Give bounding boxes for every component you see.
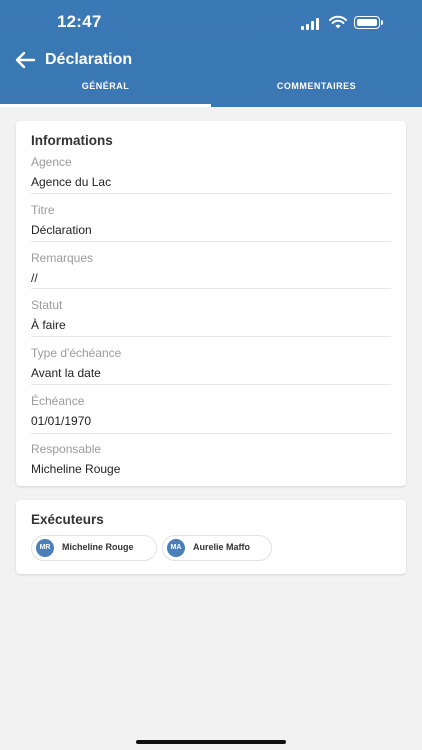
executor-chip[interactable]: MA Aurelie Maffo — [162, 535, 272, 561]
divider — [31, 288, 391, 289]
status-time: 12:47 — [57, 12, 102, 31]
tab-general-label: GÉNÉRAL — [81, 81, 130, 91]
executeurs-card: Exécuteurs MR Micheline Rouge MA Aurelie… — [16, 500, 406, 574]
field-statut: Statut À faire — [31, 298, 391, 332]
field-label: Échéance — [31, 394, 85, 408]
active-tab-indicator — [0, 104, 211, 107]
cellular-signal-icon — [301, 18, 321, 30]
field-agence: Agence Agence du Lac — [31, 155, 391, 189]
home-indicator[interactable] — [136, 740, 286, 744]
battery-tip — [381, 20, 383, 25]
field-value: Micheline Rouge — [31, 462, 121, 476]
field-value: Déclaration — [31, 223, 92, 237]
field-value: À faire — [31, 318, 66, 332]
executor-chip[interactable]: MR Micheline Rouge — [31, 535, 157, 561]
status-bar: 12:47 — [0, 0, 422, 44]
divider — [31, 241, 391, 242]
field-label: Responsable — [31, 442, 102, 456]
page-title: Déclaration — [45, 51, 133, 68]
field-label: Agence — [31, 155, 72, 169]
executor-name: Aurelie Maffo — [193, 542, 251, 552]
avatar: MR — [36, 539, 54, 557]
divider — [31, 384, 391, 385]
field-value: // — [31, 271, 38, 285]
tab-commentaires-label: COMMENTAIRES — [276, 81, 357, 91]
field-value: 01/01/1970 — [31, 414, 92, 428]
divider — [31, 336, 391, 337]
field-responsable: Responsable Micheline Rouge — [31, 442, 391, 476]
field-remarques: Remarques // — [31, 251, 391, 285]
field-label: Titre — [31, 203, 55, 217]
executor-name: Micheline Rouge — [62, 542, 134, 552]
field-value: Avant la date — [31, 366, 101, 380]
field-label: Remarques — [31, 251, 94, 265]
field-value: Agence du Lac — [31, 175, 112, 189]
field-titre: Titre Déclaration — [31, 203, 391, 237]
avatar: MA — [167, 539, 185, 557]
executeurs-title: Exécuteurs — [31, 512, 104, 527]
field-label: Type d'échéance — [31, 346, 122, 360]
field-label: Statut — [31, 298, 63, 312]
informations-card: Informations Agence Agence du Lac Titre … — [16, 121, 406, 486]
informations-title: Informations — [31, 133, 113, 148]
back-arrow-icon[interactable] — [14, 50, 36, 70]
field-type-echeance: Type d'échéance Avant la date — [31, 346, 391, 380]
divider — [31, 193, 391, 194]
tab-commentaires[interactable]: COMMENTAIRES — [211, 81, 422, 107]
battery-icon — [354, 16, 380, 29]
app-header: 12:47 Déclaration GÉNÉRAL COMMENTAIRES — [0, 0, 422, 107]
divider — [31, 433, 391, 434]
field-echeance: Échéance 01/01/1970 — [31, 394, 391, 428]
tab-general[interactable]: GÉNÉRAL — [0, 81, 211, 107]
wifi-icon — [329, 15, 347, 29]
